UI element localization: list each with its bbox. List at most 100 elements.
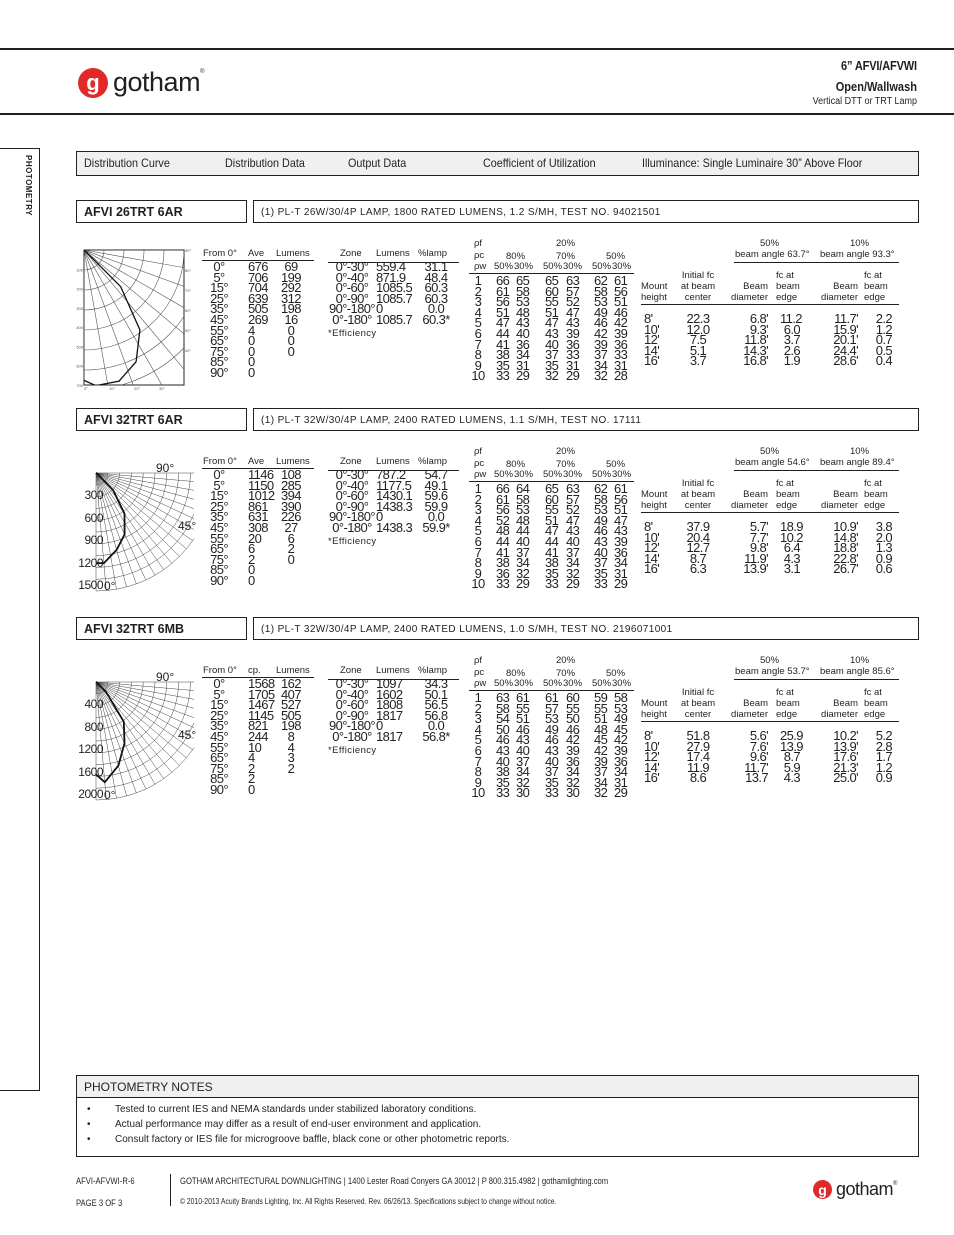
cu-value-column: 59 55 51 48 45 42 39 37 34 32: [594, 691, 614, 801]
table-cell: 13.7: [745, 770, 769, 786]
logo-wordmark: gotham®: [113, 67, 204, 97]
cu-value-column: 65 60 55 51 47 44 41 38 35 33: [545, 482, 565, 590]
table-cell: 59.9*: [422, 519, 450, 535]
gotham-g-icon: g: [813, 1180, 832, 1199]
table-cell: 32: [594, 785, 608, 801]
radial-tick-label: 1500: [78, 578, 103, 592]
cu-pw-30: 30%: [612, 678, 632, 689]
table-cell: 56.8*: [422, 728, 450, 744]
illum-column: 11.7' 15.9' 20.1' 24.4' 28.6': [826, 312, 858, 369]
cu-label-pc: ρc: [474, 250, 485, 261]
radial-tick-label: 700: [76, 383, 83, 388]
illum-header-beam10: Beam diameter: [821, 489, 858, 511]
efficiency-note: *Efficiency: [328, 744, 377, 756]
cu-pw-50: 50%: [592, 678, 612, 689]
notes-list: • Tested to current IES and NEMA standard…: [77, 1098, 918, 1149]
table-cell: 13.9': [743, 561, 768, 577]
table-cell: 8.6: [689, 770, 707, 786]
side-bar: PHOTOMETRY: [0, 148, 40, 1091]
table-cell: 28.6': [833, 353, 858, 369]
table-cell: 33: [594, 576, 608, 592]
cu-room-ratio-column: 1 2 3 4 5 6 7 8 9 10: [470, 274, 486, 382]
efficiency-note: *Efficiency: [328, 327, 377, 339]
cu-value-column: 61 55 51 46 43 40 37 34 32 30: [516, 691, 536, 799]
dist-lumens-column: 108 285 394 390 226 27 6 2 0: [280, 468, 302, 565]
table-cell: 32: [545, 368, 559, 384]
table-cell: 29: [614, 785, 628, 801]
angle-tick-label: 90°: [185, 248, 191, 253]
illum-header-beam50: Beam diameter: [731, 489, 768, 511]
dist-header-col2: cp.: [248, 665, 261, 676]
table-cell: 3.1: [783, 561, 801, 577]
radial-tick-label: 300: [84, 488, 103, 502]
table-cell: 0.9: [875, 770, 893, 786]
copyright: © 2010-2013 Acuity Brands Lighting, Inc.…: [180, 1197, 557, 1206]
radial-tick-label: 600: [84, 510, 103, 525]
cu-value-column: 66 61 56 51 47 44 41 38 35 33: [496, 274, 516, 382]
radial-tick-label: 1200: [78, 742, 103, 756]
radial-tick-label: 900: [84, 533, 103, 547]
illum-column: 37.9 20.4 12.7 8.7 6.3: [680, 520, 716, 575]
angle-label-90: 90°: [156, 461, 175, 475]
output-pct-column: 31.1 48.4 60.3 60.3 0.0 60.3*: [420, 260, 452, 325]
header-top-rule: [0, 48, 954, 50]
cu-pw-30: 30%: [514, 469, 534, 480]
illum-column: 8' 10' 12' 14' 16': [644, 520, 664, 575]
cu-value-column: 65 58 53 48 43 40 36 34 31 29: [516, 274, 536, 382]
table-cell: 0°-180°: [332, 519, 372, 535]
cu-value-column: 63 57 52 47 43 39 36 33 31 29: [566, 274, 586, 382]
dist-value-column: 1146 1150 1012 861 631 308 20 6 2 0 0: [248, 468, 278, 586]
beam10-pct: 10%: [850, 655, 870, 666]
grid-ray: [84, 250, 184, 335]
cu-pw-30: 30%: [563, 261, 583, 272]
header-rule: [734, 262, 899, 263]
angle-tick-label: 40°: [185, 348, 191, 353]
illum-column: 18.9 10.2 6.4 4.3 3.1: [780, 520, 804, 577]
dist-lumens-column: 69 199 292 312 198 16 0 0 0: [280, 260, 302, 357]
table-cell: 26.7': [833, 561, 858, 577]
table-cell: 32: [594, 368, 608, 384]
table-cell: 33: [496, 576, 510, 592]
dist-value-column: 1568 1705 1467 1145 821 244 10 4 2 2 0: [248, 677, 278, 795]
illum-header-fcedge10: fc at beam edge: [864, 270, 888, 303]
table-cell: 3.7: [689, 353, 707, 369]
lamp-description: (1) PL-T 32W/30/4P LAMP, 2400 RATED LUME…: [253, 617, 919, 640]
tab-illuminance: Illuminance: Single Luminaire 30” Above …: [642, 156, 863, 170]
beam50-angle: beam angle 53.7°: [735, 666, 810, 677]
radial-tick-label: 100: [76, 267, 83, 272]
cu-label-pw: ρw: [474, 678, 487, 689]
section-title: AFVI 32TRT 6AR: [76, 408, 247, 431]
tab-distribution-curve: Distribution Curve: [84, 156, 170, 170]
angle-tick-label: 50°: [185, 328, 191, 333]
output-header-pct: %lamp: [418, 456, 448, 467]
table-cell: 0°-180°: [332, 311, 372, 327]
dist-header-col2: Ave: [248, 456, 265, 467]
table-cell: 90°: [210, 781, 228, 797]
cu-value-column: 62 58 53 49 46 43 40 37 35 33: [594, 482, 614, 592]
cu-pf-value: 20%: [556, 446, 576, 457]
header-rule: [641, 512, 899, 513]
cu-pw-30: 30%: [514, 678, 534, 689]
tab-distribution-data: Distribution Data: [225, 156, 305, 170]
radial-tick-label: 500: [76, 344, 83, 349]
table-cell: 29: [516, 576, 530, 592]
cu-label-pf: ρf: [474, 655, 483, 666]
illum-column: 25.9 13.9 8.7 5.9 4.3: [780, 729, 804, 786]
output-header-zone: Zone: [340, 248, 362, 259]
lamp-type: Vertical DTT or TRT Lamp: [812, 96, 917, 107]
page-number: PAGE 3 OF 3: [76, 1198, 123, 1208]
cu-label-pc: ρc: [474, 458, 485, 469]
illum-header-beam10: Beam diameter: [821, 281, 858, 303]
cu-pw-50: 50%: [494, 678, 514, 689]
dist-header-from0: From 0°: [203, 248, 237, 259]
beam50-pct: 50%: [760, 446, 780, 457]
table-cell: 4.3: [783, 770, 801, 786]
efficiency-note: *Efficiency: [328, 535, 377, 547]
beam10-angle: beam angle 89.4°: [820, 457, 895, 468]
angle-tick-label: 10°: [109, 386, 115, 391]
cu-pw-30: 30%: [563, 678, 583, 689]
table-cell: 28: [614, 368, 628, 384]
cu-value-column: 65 60 55 51 47 43 40 37 35 32: [545, 274, 565, 384]
product-type: Open/Wallwash: [835, 79, 917, 94]
cu-value-column: 61 57 53 49 46 43 40 37 35 33: [545, 691, 565, 799]
